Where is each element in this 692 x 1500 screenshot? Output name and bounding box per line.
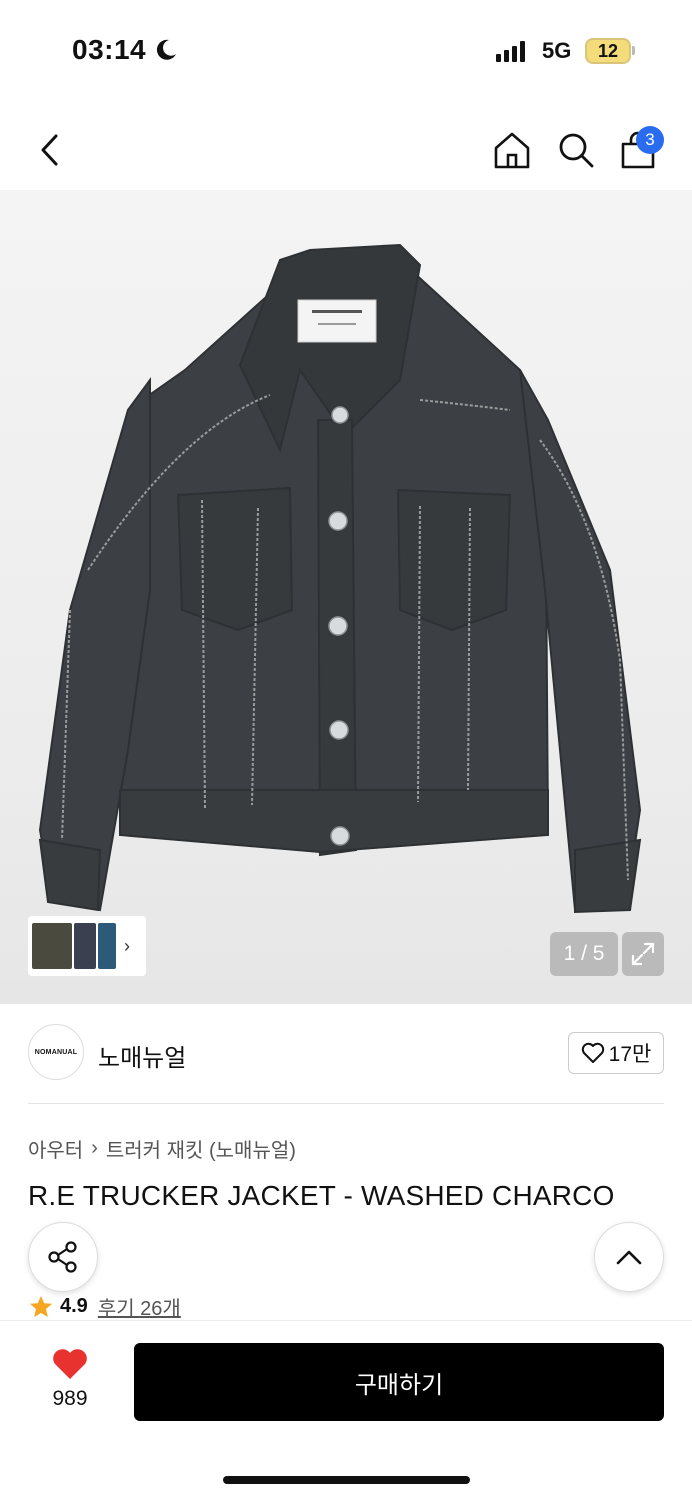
image-pager: 1 / 5 [550,932,618,976]
chevron-right-icon: › [124,935,130,956]
jacket-image [38,243,642,914]
wish-count: 989 [52,1387,88,1410]
review-link[interactable]: 후기 26개 [98,1292,181,1321]
battery-cap [632,46,635,55]
scroll-top-button[interactable] [594,1222,664,1292]
top-nav [0,110,692,190]
home-indicator [223,1476,470,1484]
share-button[interactable] [28,1222,98,1292]
status-time: 03:14 [72,34,147,65]
thumbnail-strip[interactable]: › [28,916,146,976]
star-icon [30,1295,52,1317]
status-bar: 03:14 5G 12 [0,0,692,100]
product-image[interactable] [0,190,692,1004]
thumbnail-2[interactable] [74,923,96,969]
share-icon [48,1241,77,1273]
chevron-left-icon [41,134,58,166]
brand-name[interactable]: 노매뉴얼 [98,1038,186,1073]
chevron-up-icon [616,1250,642,1265]
bottom-bar: 989 구매하기 [0,1320,692,1500]
heart-outline-icon [581,1042,604,1063]
search-icon [559,133,594,168]
rating-row: 4.9 후기 26개 [28,1292,181,1321]
breadcrumb-subcategory[interactable]: 트러커 재킷 (노매뉴얼) [106,1134,296,1163]
expand-button[interactable] [622,932,664,976]
home-button[interactable] [490,128,534,172]
chevron-right-icon: › [91,1137,98,1159]
cart-count-badge: 3 [636,126,664,154]
search-button[interactable] [554,128,598,172]
brand-like-button[interactable]: 17만 [568,1032,664,1074]
breadcrumb: 아우터 › 트러커 재킷 (노매뉴얼) [28,1134,296,1163]
network-type: 5G [542,38,572,63]
brand-like-count: 17만 [608,1043,652,1066]
battery-icon: 12 [585,38,631,64]
signal-icon [496,40,525,62]
breadcrumb-category[interactable]: 아우터 [28,1134,83,1163]
wish-button[interactable]: 989 [40,1347,100,1437]
divider [28,1103,664,1104]
buy-button[interactable]: 구매하기 [134,1343,664,1421]
heart-filled-icon [53,1349,87,1379]
thumbnail-1[interactable] [32,923,72,969]
expand-icon [631,942,655,966]
brand-logo[interactable]: NOMANUAL [28,1024,84,1080]
rating-value: 4.9 [60,1295,88,1317]
home-icon [494,132,530,169]
brand-row[interactable]: NOMANUAL 노매뉴얼 17만 [28,1024,664,1084]
thumbnail-3[interactable] [98,923,116,969]
product-title: R.E TRUCKER JACKET - WASHED CHARCO [28,1180,615,1211]
moon-icon [156,39,176,60]
back-button[interactable] [28,128,72,172]
